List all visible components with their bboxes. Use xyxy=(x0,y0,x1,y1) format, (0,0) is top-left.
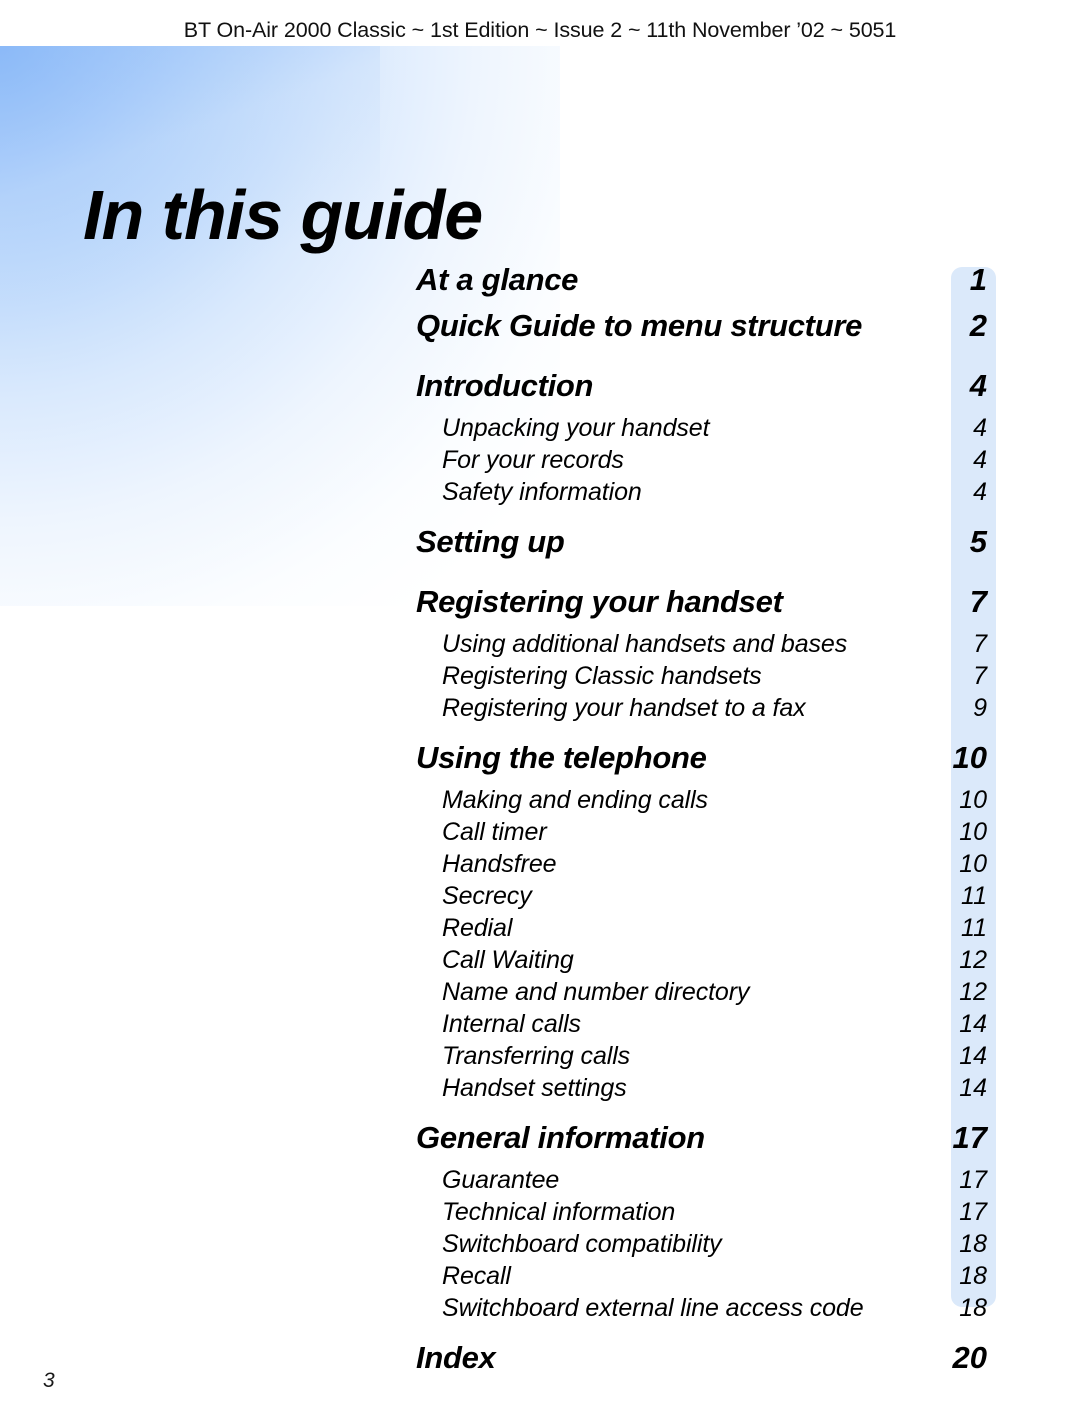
toc-entry-sub[interactable]: For your records 4 xyxy=(416,446,996,478)
toc-entry-label: Handsfree xyxy=(442,850,557,878)
toc-entry-page-number: 17 xyxy=(952,1120,987,1155)
toc-entry-page-number: 10 xyxy=(959,786,987,814)
toc-entry-label: Using additional handsets and bases xyxy=(442,630,848,658)
toc-entry-sub[interactable]: Safety information 4 xyxy=(416,478,996,510)
toc-entry-sub[interactable]: Name and number directory 12 xyxy=(416,978,996,1010)
toc-entry-sub[interactable]: Secrecy 11 xyxy=(416,882,996,914)
toc-entry-label: Secrecy xyxy=(442,882,532,910)
toc-entry-page-number: 2 xyxy=(969,308,987,343)
toc-entry-page-number: 17 xyxy=(959,1166,987,1194)
toc-entry-label: Handset settings xyxy=(442,1074,627,1102)
toc-entry-page-number: 18 xyxy=(959,1230,987,1258)
toc-entry-label: Making and ending calls xyxy=(442,786,708,814)
toc-entry-sub[interactable]: Switchboard compatibility 18 xyxy=(416,1230,996,1262)
toc-entry-page-number: 12 xyxy=(959,946,987,974)
toc-entry-label: Redial xyxy=(442,914,513,942)
toc-entry-sub[interactable]: Switchboard external line access code 18 xyxy=(416,1294,996,1326)
toc-entry-page-number: 18 xyxy=(959,1294,987,1322)
toc-entry-label: Using the telephone xyxy=(416,740,707,775)
toc-entry-label: Switchboard compatibility xyxy=(442,1230,722,1258)
toc-entry-sub[interactable]: Handset settings 14 xyxy=(416,1074,996,1106)
toc-entry-label: Setting up xyxy=(416,524,565,559)
toc-entry-page-number: 7 xyxy=(973,630,987,658)
toc-entry-sub[interactable]: Registering your handset to a fax 9 xyxy=(416,694,996,726)
toc-entry-label: Name and number directory xyxy=(442,978,750,1006)
toc-entry-sub[interactable]: Making and ending calls 10 xyxy=(416,786,996,818)
toc-entry-label: Technical information xyxy=(442,1198,676,1226)
toc-entry-label: Registering your handset xyxy=(416,584,783,619)
toc-entry-label: Registering Classic handsets xyxy=(442,662,762,690)
page-title: In this guide xyxy=(83,175,483,254)
toc-entry-label: Index xyxy=(416,1340,496,1375)
toc-entry-page-number: 1 xyxy=(969,262,987,297)
toc-entry-label: For your records xyxy=(442,446,624,474)
toc-entry-label: Unpacking your handset xyxy=(442,414,710,442)
toc-entry-page-number: 12 xyxy=(959,978,987,1006)
toc-entry-label: Introduction xyxy=(416,368,594,403)
toc-entry-page-number: 4 xyxy=(973,414,987,442)
toc-entry-sub[interactable]: Technical information 17 xyxy=(416,1198,996,1230)
toc-entry-label: Registering your handset to a fax xyxy=(442,694,806,722)
toc-entry-page-number: 5 xyxy=(969,524,987,559)
toc-entry-sub[interactable]: Redial 11 xyxy=(416,914,996,946)
toc-entry-sub[interactable]: Handsfree 10 xyxy=(416,850,996,882)
page-folio-number: 3 xyxy=(43,1369,55,1392)
toc-entry-label: At a glance xyxy=(416,262,579,297)
toc-entry-label: General information xyxy=(416,1120,705,1155)
toc-entry-page-number: 4 xyxy=(969,368,987,403)
toc-entry-main[interactable]: Introduction 4 xyxy=(416,368,996,414)
toc-entry-page-number: 14 xyxy=(959,1042,987,1070)
toc-entry-page-number: 18 xyxy=(959,1262,987,1290)
toc-entry-page-number: 17 xyxy=(959,1198,987,1226)
toc-entry-sub[interactable]: Call timer 10 xyxy=(416,818,996,850)
toc-entry-sub[interactable]: Call Waiting 12 xyxy=(416,946,996,978)
toc-entry-label: Transferring calls xyxy=(442,1042,631,1070)
toc-entry-page-number: 14 xyxy=(959,1074,987,1102)
table-of-contents: At a glance 1 Quick Guide to menu structur… xyxy=(416,262,996,1386)
toc-entry-page-number: 10 xyxy=(959,818,987,846)
toc-entry-label: Safety information xyxy=(442,478,642,506)
toc-entry-page-number: 4 xyxy=(973,446,987,474)
toc-entry-main[interactable]: Setting up 5 xyxy=(416,524,996,570)
toc-entry-sub[interactable]: Recall 18 xyxy=(416,1262,996,1294)
toc-entry-page-number: 4 xyxy=(973,478,987,506)
toc-entry-sub[interactable]: Internal calls 14 xyxy=(416,1010,996,1042)
toc-entry-page-number: 11 xyxy=(961,882,987,910)
toc-entry-label: Call timer xyxy=(442,818,547,846)
toc-entry-label: Switchboard external line access code xyxy=(442,1294,864,1322)
toc-entry-page-number: 11 xyxy=(961,914,987,942)
toc-entry-label: Quick Guide to menu structure xyxy=(416,308,863,343)
toc-entry-main[interactable]: At a glance 1 xyxy=(416,262,996,308)
toc-entry-page-number: 20 xyxy=(952,1340,987,1375)
toc-entry-main[interactable]: General information 17 xyxy=(416,1120,996,1166)
toc-entry-main[interactable]: Registering your handset 7 xyxy=(416,584,996,630)
toc-entry-sub[interactable]: Guarantee 17 xyxy=(416,1166,996,1198)
toc-entry-label: Call Waiting xyxy=(442,946,574,974)
toc-entry-page-number: 14 xyxy=(959,1010,987,1038)
running-header: BT On-Air 2000 Classic ~ 1st Edition ~ I… xyxy=(183,18,897,42)
toc-entry-label: Recall xyxy=(442,1262,511,1290)
toc-entry-page-number: 7 xyxy=(969,584,987,619)
toc-entry-page-number: 7 xyxy=(973,662,987,690)
toc-entry-sub[interactable]: Registering Classic handsets 7 xyxy=(416,662,996,694)
toc-entry-page-number: 10 xyxy=(952,740,987,775)
toc-entry-main[interactable]: Using the telephone 10 xyxy=(416,740,996,786)
toc-entry-main[interactable]: Index 20 xyxy=(416,1340,996,1386)
toc-entry-page-number: 10 xyxy=(959,850,987,878)
toc-entry-label: Guarantee xyxy=(442,1166,560,1194)
toc-entry-page-number: 9 xyxy=(973,694,987,722)
toc-entry-sub[interactable]: Transferring calls 14 xyxy=(416,1042,996,1074)
toc-entry-sub[interactable]: Using additional handsets and bases 7 xyxy=(416,630,996,662)
toc-entry-sub[interactable]: Unpacking your handset 4 xyxy=(416,414,996,446)
toc-entry-label: Internal calls xyxy=(442,1010,581,1038)
toc-entry-main[interactable]: Quick Guide to menu structure 2 xyxy=(416,308,996,354)
